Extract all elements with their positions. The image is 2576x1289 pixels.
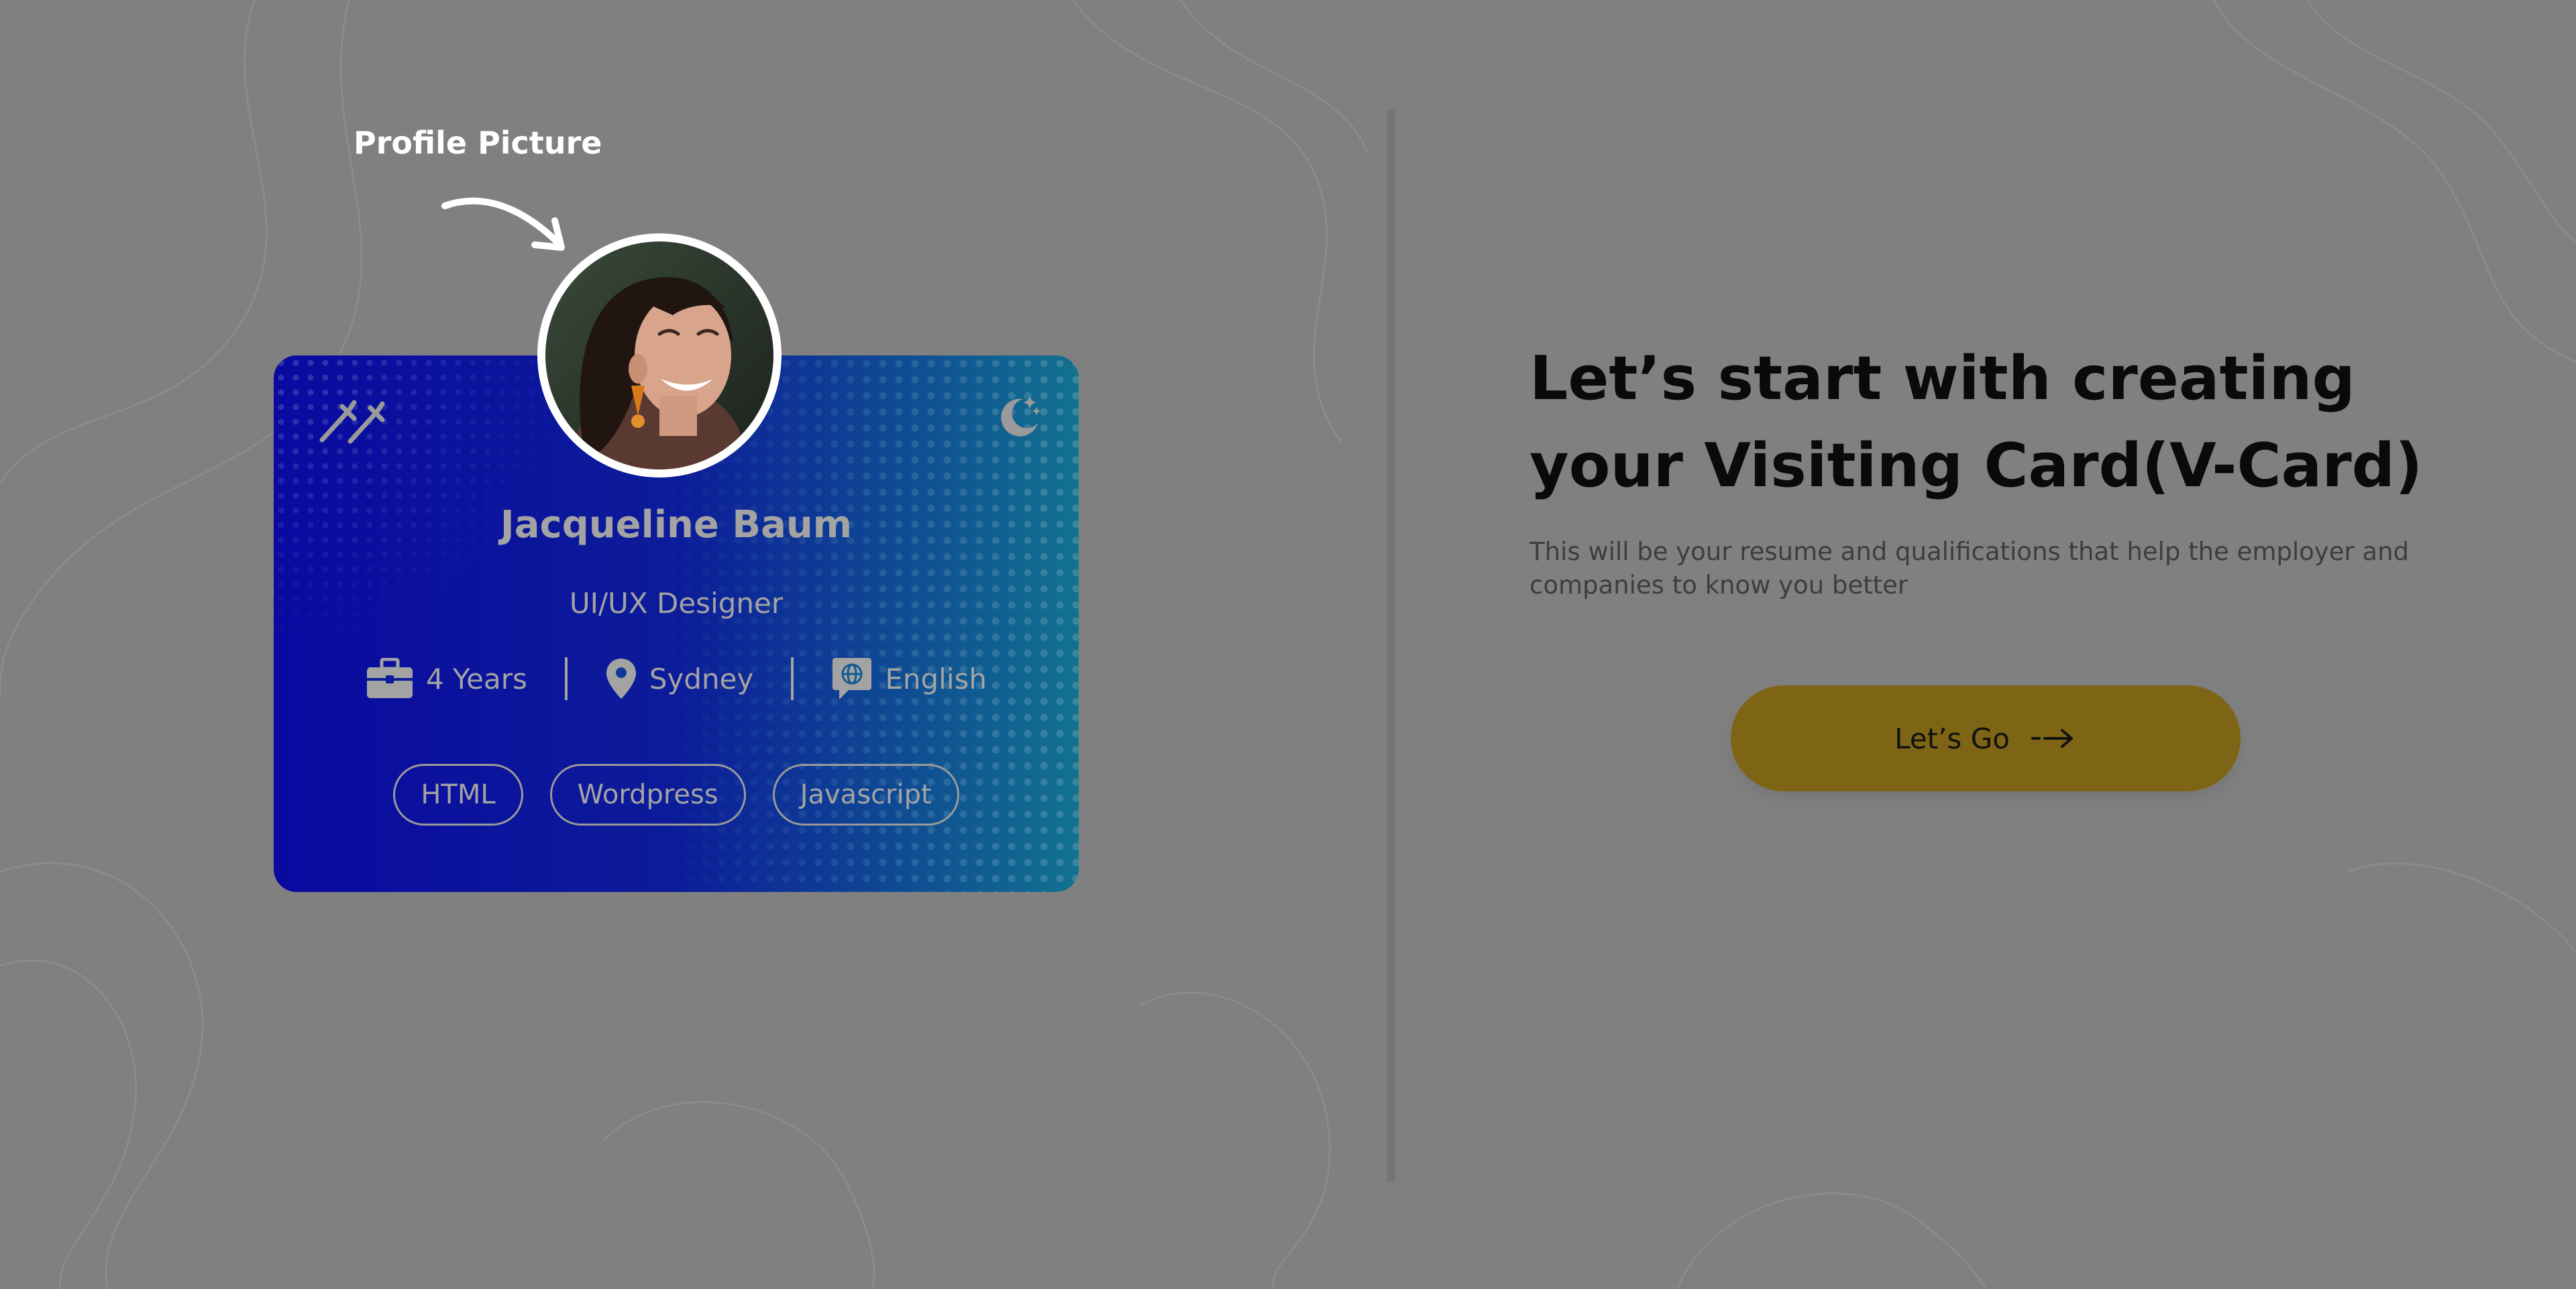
- card-name: Jacqueline Baum: [500, 503, 853, 547]
- intro-headline: Let’s start with creating your Visiting …: [1529, 335, 2469, 510]
- headline-line-2: your Visiting Card(V-Card): [1529, 431, 2423, 501]
- location-pin-icon: [606, 659, 636, 699]
- curved-arrow-icon: [441, 197, 565, 251]
- card-role: UI/UX Designer: [569, 587, 784, 620]
- globe-chat-icon: [833, 658, 872, 699]
- info-separator: [564, 657, 568, 700]
- experience-label: 4 Years: [425, 662, 527, 695]
- language-label: English: [885, 662, 987, 695]
- card-info-row: 4 Years Sydney English: [274, 652, 1079, 706]
- avatar: [545, 241, 773, 469]
- info-separator: [791, 657, 794, 700]
- profile-picture[interactable]: [537, 233, 782, 478]
- location-item: Sydney: [605, 657, 754, 700]
- skill-tags: HTML Wordpress Javascript: [274, 764, 1079, 826]
- vertical-divider: [1387, 109, 1395, 1182]
- lets-go-label: Let’s Go: [1894, 722, 2010, 755]
- tools-icon: [319, 400, 385, 444]
- profile-picture-callout: Profile Picture: [354, 125, 602, 161]
- experience-item: 4 Years: [366, 658, 527, 699]
- language-item: English: [831, 657, 987, 701]
- lets-go-button[interactable]: Let’s Go: [1731, 685, 2241, 791]
- briefcase-icon: [366, 658, 413, 698]
- arrow-right-icon: [2031, 729, 2073, 748]
- headline-line-1: Let’s start with creating: [1529, 343, 2355, 414]
- location-label: Sydney: [649, 662, 754, 695]
- moon-icon[interactable]: [995, 392, 1042, 439]
- skill-tag-wordpress: Wordpress: [549, 764, 746, 826]
- intro-description: This will be your resume and qualificati…: [1529, 537, 2410, 600]
- skill-tag-html: HTML: [393, 764, 523, 826]
- skill-tag-javascript: Javascript: [772, 764, 959, 826]
